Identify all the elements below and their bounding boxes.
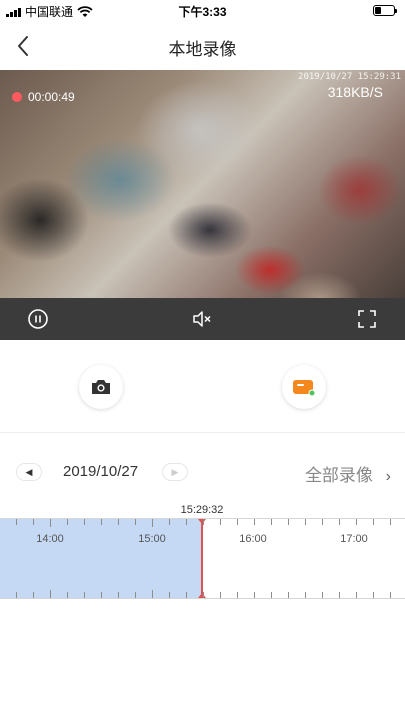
timeline-tick (101, 592, 102, 598)
all-recordings-link[interactable]: 全部录像 › (305, 461, 391, 486)
timeline-tick (288, 519, 289, 525)
timeline-tick (288, 592, 289, 598)
bitrate-label: 318KB/S (327, 84, 383, 100)
recording-indicator: 00:00:49 (12, 90, 75, 104)
record-dot-icon (12, 92, 22, 102)
timeline-tick (254, 592, 255, 598)
timeline-tick (135, 519, 136, 525)
timeline-tick (254, 519, 255, 525)
timeline-tick (169, 519, 170, 525)
timeline-tick (50, 519, 51, 527)
timeline-tick (322, 519, 323, 525)
video-control-bar (0, 298, 405, 340)
timeline-tick (16, 519, 17, 525)
battery-icon (373, 5, 397, 16)
timeline-tick (271, 519, 272, 525)
timeline[interactable]: 15:29:32 14:00 15:00 16:00 17:00 (0, 500, 405, 600)
timeline-tick (356, 592, 357, 598)
page-title: 本地录像 (168, 40, 237, 59)
timeline-cursor[interactable] (198, 519, 206, 598)
timeline-tick (203, 592, 204, 598)
timeline-tick (186, 592, 187, 598)
timeline-tick (152, 519, 153, 527)
timeline-tick (271, 592, 272, 598)
timeline-tick (390, 519, 391, 525)
snapshot-button[interactable] (79, 365, 123, 409)
timeline-tick (135, 592, 136, 598)
timeline-tick (118, 519, 119, 525)
timeline-tick (237, 592, 238, 598)
timeline-tick (339, 592, 340, 598)
section-divider (0, 432, 405, 433)
timeline-tick (84, 592, 85, 598)
timeline-current-time: 15:29:32 (180, 504, 224, 516)
timeline-tick (356, 519, 357, 525)
timeline-tick (373, 592, 374, 598)
timeline-tick (220, 592, 221, 598)
timeline-tick (169, 592, 170, 598)
timeline-tick (373, 519, 374, 525)
mute-icon (193, 311, 211, 327)
recorded-segment (0, 519, 202, 598)
timeline-tick (101, 519, 102, 525)
timeline-tick (305, 519, 306, 525)
hour-label: 16:00 (239, 533, 267, 545)
timeline-tick (152, 590, 153, 598)
triangle-left-icon: ◀ (25, 466, 33, 477)
recording-time: 00:00:49 (28, 90, 75, 104)
pause-icon (28, 309, 48, 329)
mute-button[interactable] (190, 307, 214, 331)
timeline-tick (237, 519, 238, 525)
timeline-tick (203, 519, 204, 525)
status-time: 下午3:33 (178, 5, 227, 19)
timeline-tick (84, 519, 85, 525)
timeline-tick (322, 592, 323, 598)
video-timestamp: 2019/10/27 15:29:31 (298, 72, 401, 82)
timeline-tick (67, 519, 68, 525)
timeline-tick (50, 590, 51, 598)
timeline-tick (16, 592, 17, 598)
nav-bar: 本地录像 (0, 26, 405, 66)
timeline-tick (390, 592, 391, 598)
record-button[interactable] (282, 365, 326, 409)
timeline-tick (33, 519, 34, 525)
camera-icon (92, 380, 110, 394)
timeline-tick (220, 519, 221, 525)
video-record-icon (293, 380, 316, 397)
hour-label: 17:00 (340, 533, 368, 545)
next-day-button[interactable]: ▶ (162, 463, 188, 481)
hour-label: 15:00 (138, 533, 166, 545)
hour-label: 14:00 (36, 533, 64, 545)
chevron-right-icon: › (385, 468, 391, 485)
timeline-tick (339, 519, 340, 525)
date-row: ◀ 2019/10/27 ▶ 全部录像 › (0, 455, 405, 491)
prev-day-button[interactable]: ◀ (16, 463, 42, 481)
timeline-track[interactable]: 14:00 15:00 16:00 17:00 (0, 518, 405, 599)
timeline-tick (118, 592, 119, 598)
timeline-tick (67, 592, 68, 598)
timeline-tick (186, 519, 187, 525)
triangle-right-icon: ▶ (171, 466, 179, 477)
video-player[interactable]: 2019/10/27 15:29:31 00:00:49 318KB/S (0, 70, 405, 298)
status-bar: 中国联通 下午3:33 (0, 0, 405, 20)
date-label: 2019/10/27 (63, 463, 139, 480)
battery-level (375, 7, 382, 14)
action-row (0, 340, 405, 432)
timeline-tick (305, 592, 306, 598)
fullscreen-icon (358, 310, 376, 328)
all-recordings-label: 全部录像 (304, 466, 373, 485)
pause-button[interactable] (26, 307, 50, 331)
timeline-tick (33, 592, 34, 598)
fullscreen-button[interactable] (355, 307, 379, 331)
